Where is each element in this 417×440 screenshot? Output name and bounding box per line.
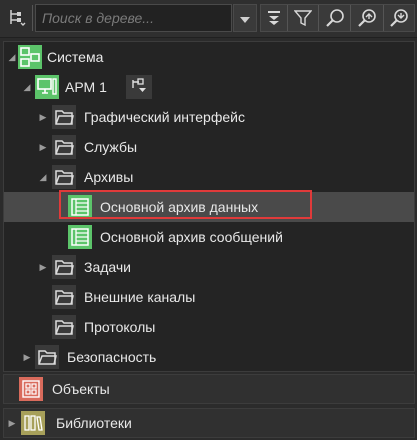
tree-node-main-data-archive[interactable]: Основной архив данных: [4, 192, 414, 222]
tree-node-services[interactable]: ▶ Службы: [4, 132, 414, 162]
tree-node-protocols[interactable]: Протоколы: [4, 312, 414, 342]
tree-node-label: Задачи: [84, 259, 132, 275]
tree-node-external-channels[interactable]: Внешние каналы: [4, 282, 414, 312]
tree-node-label: Внешние каналы: [84, 289, 196, 305]
tree-search-input[interactable]: Поиск в дереве...: [35, 4, 232, 32]
search-dropdown-button[interactable]: [233, 4, 257, 32]
search-down-button[interactable]: [384, 4, 414, 32]
section-label: Объекты: [52, 381, 110, 397]
tree-node-label: Протоколы: [84, 319, 156, 335]
section-objects[interactable]: Объекты: [3, 374, 415, 404]
search-up-button[interactable]: [351, 4, 383, 32]
section-label: Библиотеки: [56, 415, 132, 431]
search-up-icon: [357, 8, 377, 28]
tree-node-main-message-archive[interactable]: Основной архив сообщений: [4, 222, 414, 252]
folder-icon: [35, 345, 59, 369]
system-icon: [18, 45, 42, 69]
tree-node-label: Безопасность: [67, 349, 157, 365]
expand-arrow-icon[interactable]: ◢: [6, 42, 18, 72]
tree-node-label: АРМ 1: [65, 79, 107, 95]
search-down-icon: [389, 8, 409, 28]
collapsed-arrow-icon[interactable]: ▶: [37, 102, 49, 132]
collapsed-arrow-icon[interactable]: ▶: [37, 252, 49, 282]
filter-button[interactable]: [288, 4, 318, 32]
tree-node-security[interactable]: ▶ Безопасность: [4, 342, 414, 372]
collapsed-arrow-icon[interactable]: ▶: [21, 342, 33, 372]
folder-icon: [52, 165, 76, 189]
tree-node-tasks[interactable]: ▶ Задачи: [4, 252, 414, 282]
tree-node-archives[interactable]: ◢ Архивы: [4, 162, 414, 192]
search-icon: [325, 8, 345, 28]
tree-node-label: Система: [47, 49, 104, 65]
workstation-actions-button[interactable]: [126, 75, 152, 99]
tree-settings-icon: [7, 8, 27, 28]
libraries-icon: [21, 411, 45, 435]
workstation-icon: [35, 75, 59, 99]
objects-icon: [19, 377, 43, 401]
search-button[interactable]: [319, 4, 350, 32]
tree-toolbar: Поиск в дереве...: [0, 0, 417, 38]
section-libraries[interactable]: ▶ Библиотеки: [3, 408, 415, 438]
tree-node-gui[interactable]: ▶ Графический интерфейс: [4, 102, 414, 132]
tree-node-workstation[interactable]: ◢ АРМ 1: [4, 72, 414, 102]
tree-node-label: Графический интерфейс: [84, 109, 245, 125]
collapse-all-icon: [267, 10, 281, 26]
tree-node-label: Основной архив сообщений: [100, 229, 283, 245]
folder-icon: [52, 285, 76, 309]
tree-node-system[interactable]: ◢ Система: [4, 42, 414, 72]
project-tree: ◢ Система ◢ АРМ 1 ▶ Графический интерфей…: [3, 41, 415, 372]
tree-node-label: Основной архив данных: [100, 199, 259, 215]
archive-icon: [68, 225, 92, 249]
folder-icon: [52, 105, 76, 129]
folder-icon: [52, 135, 76, 159]
expand-arrow-icon[interactable]: ◢: [21, 72, 33, 102]
tree-node-label: Архивы: [84, 169, 134, 185]
tree-settings-button[interactable]: [3, 4, 31, 32]
chevron-down-icon: [240, 10, 250, 26]
collapse-all-button[interactable]: [260, 4, 287, 32]
collapsed-arrow-icon[interactable]: ▶: [6, 409, 18, 437]
tree-node-label: Службы: [84, 139, 138, 155]
filter-icon: [294, 9, 312, 27]
expand-arrow-icon[interactable]: ◢: [37, 162, 49, 192]
tree-branch-dropdown-icon: [130, 77, 148, 98]
folder-icon: [52, 255, 76, 279]
collapsed-arrow-icon[interactable]: ▶: [37, 132, 49, 162]
folder-icon: [52, 315, 76, 339]
archive-icon: [68, 195, 92, 219]
